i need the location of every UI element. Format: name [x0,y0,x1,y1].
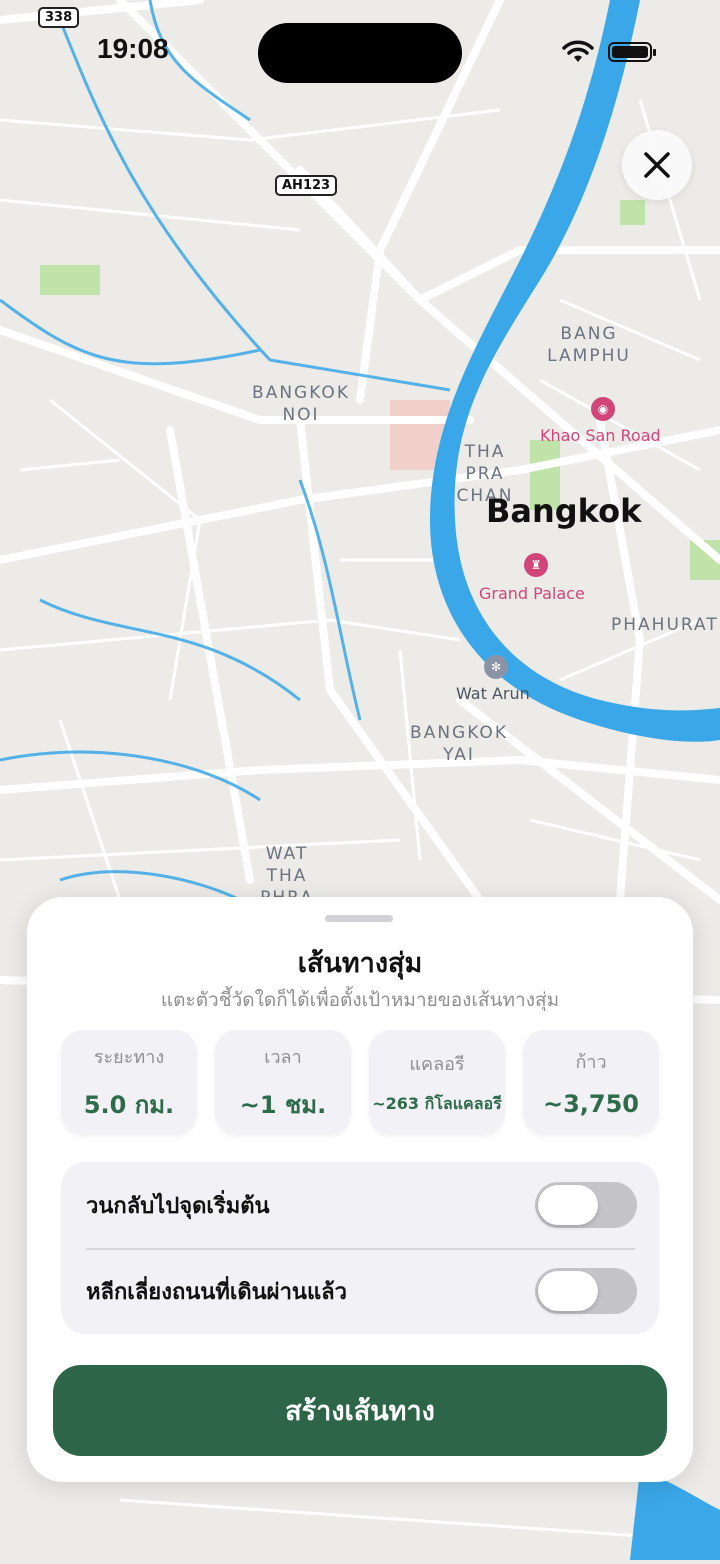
sheet-title: เส้นทางสุ่ม [297,948,423,979]
stat-value: 5.0 กม. [83,1090,175,1119]
sheet-subtitle: แตะตัวชี้วัดใดก็ได้เพื่อตั้งเป้าหมายของเ… [160,989,560,1011]
option-label: วนกลับไปจุดเริ่มต้น [86,1193,270,1219]
map-label-bangkok-yai: BANGKOK YAI [410,723,508,765]
map-label-khao-san-road[interactable]: Khao San Road [540,425,661,447]
stat-label: เวลา [264,1046,302,1068]
sheet-grabber[interactable] [325,915,393,922]
stat-label: ก้าว [575,1052,607,1073]
map-label-bangkok-noi: BANGKOK NOI [252,383,350,425]
stat-card-steps[interactable]: ก้าว ~3,750 [523,1030,659,1135]
map-label-bang-lamphu: BANG LAMPHU [547,324,631,366]
stat-card-time[interactable]: เวลา ~1 ชม. [215,1030,351,1135]
stat-value: ~263 กิโลแคลอรี [372,1093,502,1113]
stat-card-calories[interactable]: แคลอรี ~263 กิโลแคลอรี [369,1030,505,1135]
close-button[interactable] [622,130,692,200]
park-area [40,265,100,295]
dynamic-island [258,23,462,83]
option-avoid-walked-roads: หลีกเลี่ยงถนนที่เดินผ่านแล้ว [61,1248,659,1334]
avoid-walked-roads-toggle[interactable] [535,1268,637,1314]
wifi-icon [562,40,594,62]
stat-label: แคลอรี [409,1053,465,1075]
map-label-grand-palace[interactable]: Grand Palace [479,583,585,605]
create-route-button[interactable]: สร้างเส้นทาง [53,1365,667,1456]
park-area [620,200,645,225]
option-label: หลีกเลี่ยงถนนที่เดินผ่านแล้ว [86,1279,347,1305]
battery-icon [608,42,656,62]
stat-cards: ระยะทาง 5.0 กม. เวลา ~1 ชม. แคลอรี ~263 … [61,1030,659,1135]
return-to-start-toggle[interactable] [535,1182,637,1228]
stat-value: ~1 ชม. [239,1090,327,1119]
status-time: 19:08 [97,33,169,64]
option-return-to-start: วนกลับไปจุดเริ่มต้น [61,1162,659,1248]
highway-shield: AH123 [275,175,338,196]
map-label-phahurat: PHAHURAT [611,615,719,635]
close-icon [644,152,670,178]
map-label-bangkok: Bangkok [486,492,642,530]
camera-icon[interactable]: ◉ [591,397,615,421]
highway-shield: 338 [38,7,80,28]
map-label-wat-arun[interactable]: Wat Arun [456,683,530,705]
stat-card-distance[interactable]: ระยะทาง 5.0 กม. [61,1030,197,1135]
toggle-knob [538,1185,598,1225]
stat-label: ระยะทาง [93,1046,165,1068]
temple-icon[interactable]: ✻ [484,655,508,679]
stat-value: ~3,750 [542,1090,640,1118]
random-route-sheet: เส้นทางสุ่ม แตะตัวชี้วัดใดก็ได้เพื่อตั้ง… [27,897,693,1482]
route-options: วนกลับไปจุดเริ่มต้น หลีกเลี่ยงถนนที่เดิน… [61,1162,659,1334]
status-icons [562,40,656,64]
landmark-icon[interactable]: ♜ [524,553,548,577]
toggle-knob [538,1271,598,1311]
